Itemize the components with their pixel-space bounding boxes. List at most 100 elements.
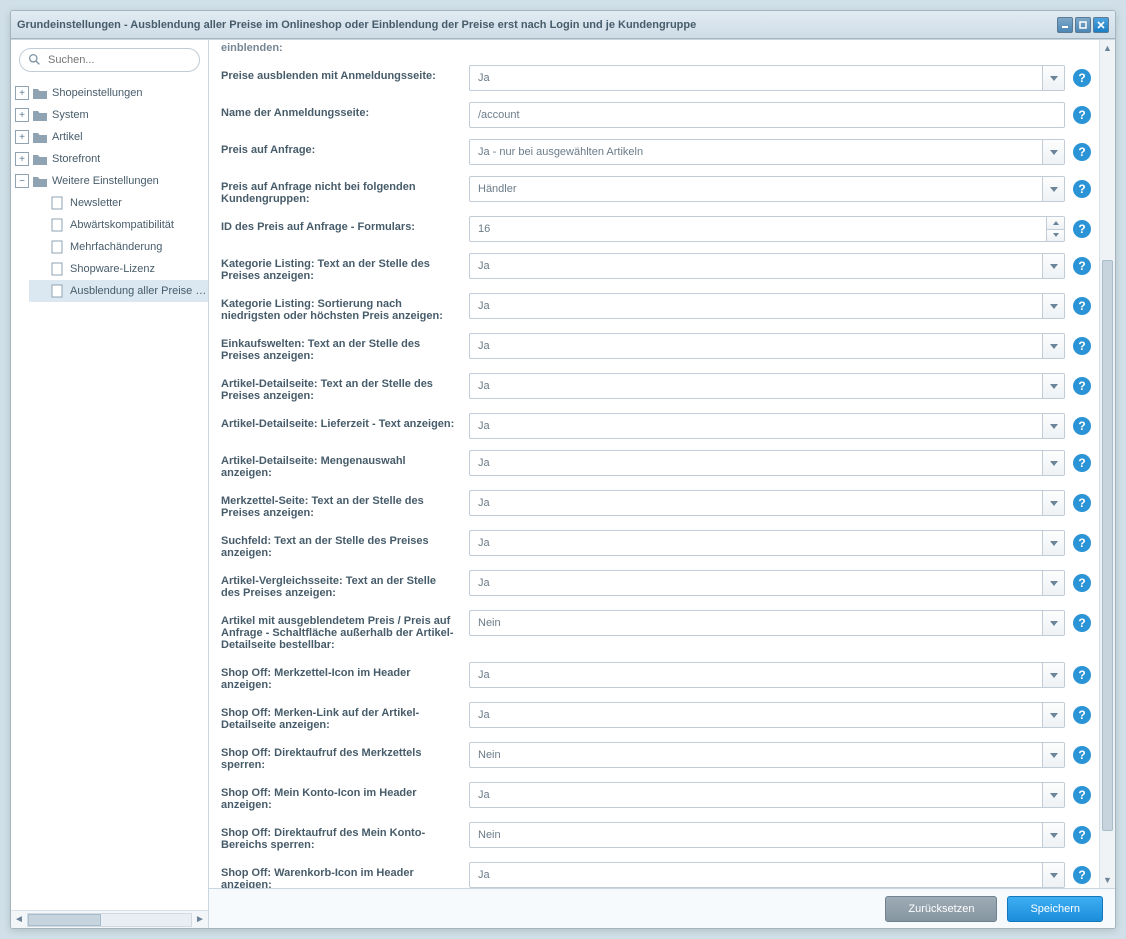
save-button[interactable]: Speichern [1007,896,1103,922]
tree-node-shopeinstellungen[interactable]: + Shopeinstellungen [11,82,208,104]
combo-box[interactable]: Nein [469,610,1065,636]
chevron-down-icon[interactable] [1042,374,1064,398]
search-input[interactable] [19,48,200,72]
help-icon[interactable]: ? [1073,69,1091,87]
combo-box[interactable]: Ja [469,413,1065,439]
scroll-left-icon[interactable]: ◄ [11,912,27,928]
combo-box[interactable]: Nein [469,742,1065,768]
sidebar-hscroll[interactable]: ◄ ► [11,910,208,928]
hscroll-thumb[interactable] [28,914,101,926]
combo-value: Nein [470,829,1042,841]
help-icon[interactable]: ? [1073,494,1091,512]
chevron-down-icon[interactable] [1042,703,1064,727]
minimize-button[interactable] [1057,17,1073,33]
combo-box[interactable]: Ja [469,862,1065,888]
tree-node-lizenz[interactable]: Shopware-Lizenz [29,258,208,280]
chevron-down-icon[interactable] [1042,177,1064,201]
combo-box[interactable]: Ja [469,490,1065,516]
chevron-down-icon[interactable] [1042,254,1064,278]
help-icon[interactable]: ? [1073,706,1091,724]
chevron-down-icon[interactable] [1042,414,1064,438]
help-icon[interactable]: ? [1073,666,1091,684]
spinner-up-icon[interactable] [1047,217,1064,230]
combo-box[interactable]: Händler [469,176,1065,202]
scroll-down-icon[interactable]: ▼ [1100,872,1115,888]
chevron-down-icon[interactable] [1042,140,1064,164]
number-spinner[interactable]: 16 [469,216,1065,242]
tree-node-abwaerts[interactable]: Abwärtskompatibilität [29,214,208,236]
help-icon[interactable]: ? [1073,454,1091,472]
help-icon[interactable]: ? [1073,614,1091,632]
help-icon[interactable]: ? [1073,377,1091,395]
chevron-down-icon[interactable] [1042,451,1064,475]
help-icon[interactable]: ? [1073,786,1091,804]
text-input[interactable] [469,102,1065,128]
expand-icon[interactable]: + [15,86,29,100]
help-icon[interactable]: ? [1073,220,1091,238]
chevron-down-icon[interactable] [1042,611,1064,635]
collapse-icon[interactable]: − [15,174,29,188]
help-icon[interactable]: ? [1073,297,1091,315]
chevron-down-icon[interactable] [1042,571,1064,595]
form-scroll[interactable]: einblenden: Preise ausblenden mit Anmeld… [209,40,1099,888]
chevron-down-icon[interactable] [1042,783,1064,807]
tree-node-ausblendung[interactable]: Ausblendung aller Preise im On [29,280,208,302]
combo-box[interactable]: Ja [469,662,1065,688]
help-icon[interactable]: ? [1073,826,1091,844]
vscroll-thumb[interactable] [1102,260,1113,831]
combo-box[interactable]: Ja [469,782,1065,808]
combo-box[interactable]: Ja [469,570,1065,596]
tree-node-artikel[interactable]: + Artikel [11,126,208,148]
help-icon[interactable]: ? [1073,417,1091,435]
spinner-down-icon[interactable] [1047,230,1064,242]
expand-icon[interactable]: + [15,152,29,166]
vscroll-track[interactable] [1100,56,1115,872]
combo-box[interactable]: Ja [469,373,1065,399]
expand-icon[interactable]: + [15,108,29,122]
tree-node-weitere[interactable]: − Weitere Einstellungen [11,170,208,192]
titlebar[interactable]: Grundeinstellungen - Ausblendung aller P… [11,11,1115,39]
chevron-down-icon[interactable] [1042,334,1064,358]
chevron-down-icon[interactable] [1042,743,1064,767]
close-button[interactable] [1093,17,1109,33]
combo-box[interactable]: Ja [469,65,1065,91]
hscroll-track[interactable] [27,913,192,927]
combo-box[interactable]: Ja [469,253,1065,279]
combo-box[interactable]: Nein [469,822,1065,848]
form-row: Artikel-Detailseite: Text an der Stelle … [221,373,1091,402]
help-icon[interactable]: ? [1073,106,1091,124]
tree-node-newsletter[interactable]: Newsletter [29,192,208,214]
chevron-down-icon[interactable] [1042,491,1064,515]
chevron-down-icon[interactable] [1042,66,1064,90]
help-icon[interactable]: ? [1073,574,1091,592]
reset-button[interactable]: Zurücksetzen [885,896,997,922]
help-icon[interactable]: ? [1073,534,1091,552]
combo-box[interactable]: Ja [469,450,1065,476]
combo-box[interactable]: Ja [469,530,1065,556]
tree-node-system[interactable]: + System [11,104,208,126]
chevron-down-icon[interactable] [1042,663,1064,687]
main-vscroll[interactable]: ▲ ▼ [1099,40,1115,888]
help-icon[interactable]: ? [1073,337,1091,355]
chevron-down-icon[interactable] [1042,863,1064,887]
combo-box[interactable]: Ja [469,333,1065,359]
help-icon[interactable]: ? [1073,866,1091,884]
tree-node-mehrfach[interactable]: Mehrfachänderung [29,236,208,258]
help-icon[interactable]: ? [1073,746,1091,764]
maximize-button[interactable] [1075,17,1091,33]
tree-children-weitere: Newsletter Abwärtskompatibilität Mehrfac… [11,192,208,302]
combo-box[interactable]: Ja [469,702,1065,728]
spinner-value[interactable]: 16 [470,217,1046,241]
scroll-up-icon[interactable]: ▲ [1100,40,1115,56]
help-icon[interactable]: ? [1073,257,1091,275]
scroll-right-icon[interactable]: ► [192,912,208,928]
tree-node-storefront[interactable]: + Storefront [11,148,208,170]
help-icon[interactable]: ? [1073,143,1091,161]
chevron-down-icon[interactable] [1042,294,1064,318]
combo-box[interactable]: Ja - nur bei ausgewählten Artikeln [469,139,1065,165]
expand-icon[interactable]: + [15,130,29,144]
combo-box[interactable]: Ja [469,293,1065,319]
chevron-down-icon[interactable] [1042,531,1064,555]
chevron-down-icon[interactable] [1042,823,1064,847]
help-icon[interactable]: ? [1073,180,1091,198]
